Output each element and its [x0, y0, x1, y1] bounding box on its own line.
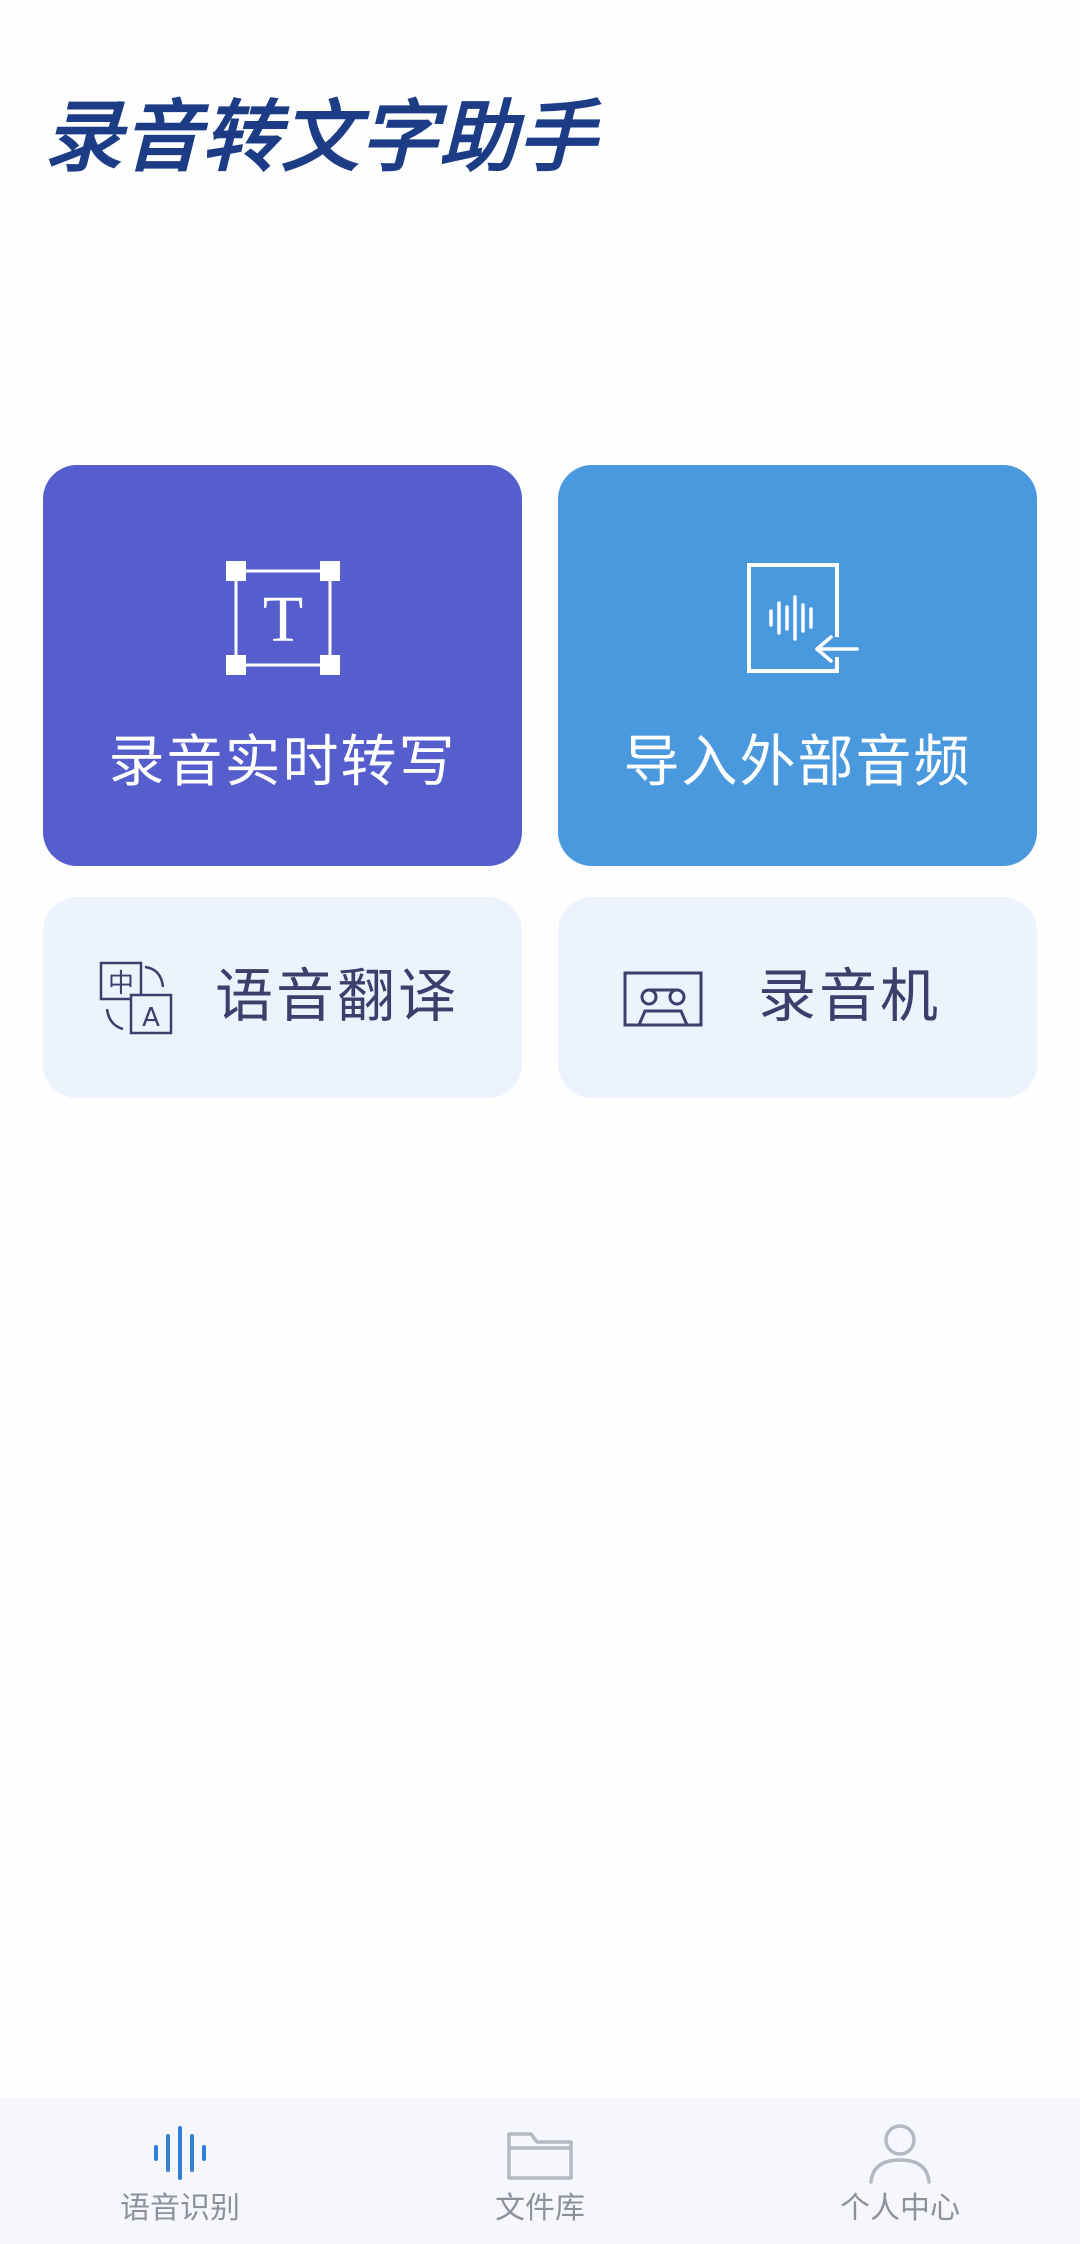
- app-title: 录音转文字助手: [44, 93, 598, 183]
- translate-icon: 中 A: [99, 961, 173, 1035]
- cassette-icon: [623, 971, 703, 1027]
- recorder-card[interactable]: 录音机: [558, 897, 1037, 1098]
- voice-translate-label: 语音翻译: [215, 962, 460, 1030]
- home-screen: 录音转文字助手 T 录音实时转写 导入外部音频 中 A 语音翻译 录音机 语音识…: [0, 0, 1080, 2244]
- import-audio-card[interactable]: 导入外部音频: [558, 465, 1037, 866]
- realtime-transcribe-card[interactable]: T 录音实时转写: [43, 465, 522, 866]
- folder-icon: [507, 2132, 573, 2180]
- translate-icon-en: A: [142, 1003, 160, 1033]
- text-transcribe-icon: T: [225, 561, 340, 675]
- bottom-tab-bar: 语音识别 文件库 个人中心: [0, 2098, 1080, 2244]
- audio-import-icon: [746, 563, 859, 673]
- svg-text:T: T: [262, 583, 302, 656]
- tab-speech-recognition[interactable]: 语音识别: [0, 2098, 360, 2244]
- tab-speech-recognition-label: 语音识别: [120, 2191, 240, 2226]
- tab-personal-center-label: 个人中心: [840, 2191, 960, 2226]
- recorder-label: 录音机: [758, 962, 942, 1030]
- tab-file-library[interactable]: 文件库: [360, 2098, 720, 2244]
- realtime-transcribe-label: 录音实时转写: [108, 730, 457, 795]
- waveform-icon: [154, 2126, 206, 2180]
- tab-personal-center[interactable]: 个人中心: [720, 2098, 1080, 2244]
- tab-file-library-label: 文件库: [495, 2191, 585, 2226]
- voice-translate-card[interactable]: 中 A 语音翻译: [43, 897, 522, 1098]
- import-audio-label: 导入外部音频: [623, 730, 972, 795]
- person-icon: [869, 2124, 931, 2184]
